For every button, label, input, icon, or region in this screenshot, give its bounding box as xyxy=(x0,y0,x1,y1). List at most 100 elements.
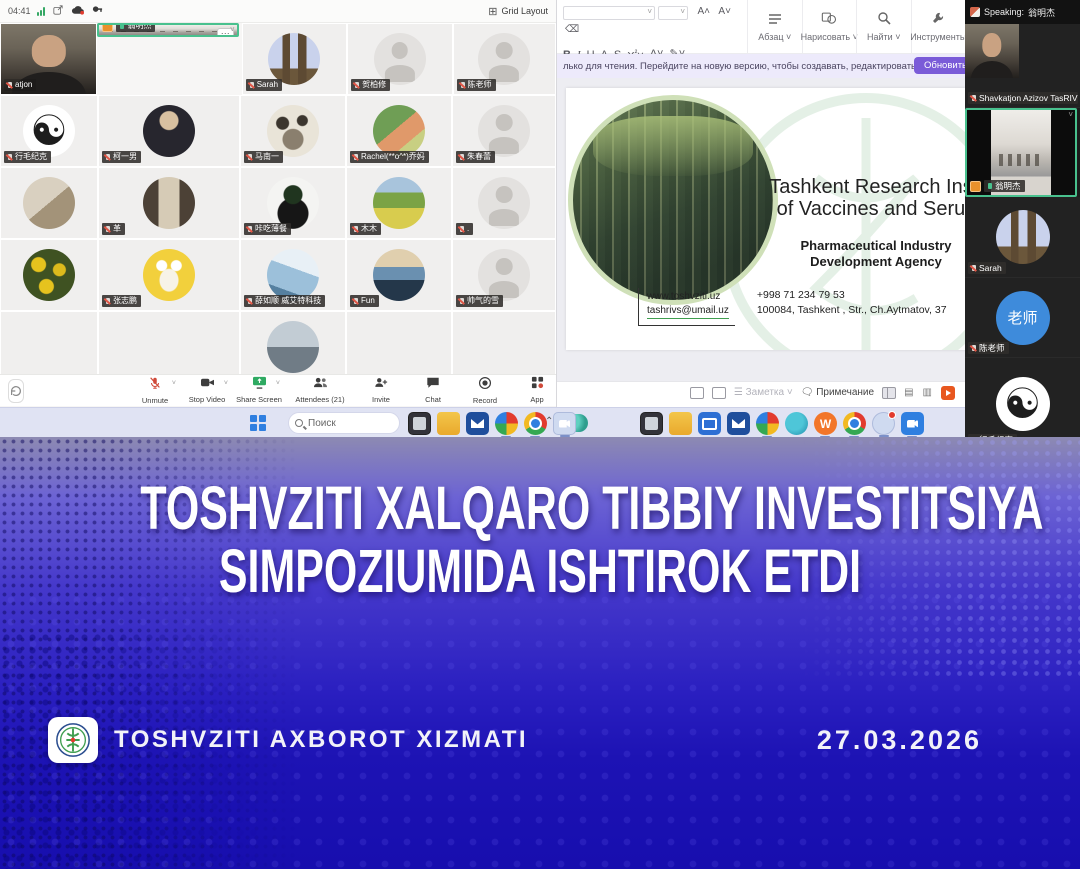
grid-layout-label[interactable]: Grid Layout xyxy=(501,6,548,16)
participant-tile[interactable]: 行毛纪克 xyxy=(0,95,98,167)
participant-tile[interactable]: 柯一男 xyxy=(98,95,240,167)
cloud-record-icon[interactable] xyxy=(71,5,84,17)
share-screen-button[interactable]: Share Screen˅ xyxy=(236,376,282,405)
grid-view-icon[interactable]: ▤ xyxy=(904,387,914,398)
institute-logo xyxy=(48,717,98,763)
voov-app-icon[interactable] xyxy=(553,412,576,435)
participant-tile[interactable]: Fun xyxy=(346,239,452,311)
participant-tile[interactable] xyxy=(452,311,556,374)
store-app-icon[interactable] xyxy=(698,412,721,435)
participant-tile[interactable]: 陈老师 xyxy=(453,23,556,95)
readonly-notice-text: лько для чтения. Перейдите на новую верс… xyxy=(563,61,965,72)
participant-tile[interactable]: ⋯翁明杰 xyxy=(97,23,238,37)
participant-tile[interactable]: Sarah xyxy=(242,23,347,95)
participant-name: Fun xyxy=(361,296,375,306)
найти-group-button[interactable]: Найти ˅ xyxy=(856,0,911,53)
speaker-avatar-icon xyxy=(970,7,980,17)
participant-tile[interactable] xyxy=(240,311,346,374)
tile-name-chip: Sarah xyxy=(968,262,1006,274)
photos-app-icon[interactable] xyxy=(756,412,779,435)
participants-grid: atjon⋯翁明杰 Sarah 贺柏修陈老师行毛纪克柯一男马南一 Rachel(**o… xyxy=(0,23,556,374)
folder-app-icon[interactable] xyxy=(437,412,460,435)
page-thumb-icon[interactable] xyxy=(690,387,704,399)
participant-tile[interactable] xyxy=(98,311,240,374)
participant-tile[interactable]: 帅气的雪 xyxy=(452,239,556,311)
grid-row: 革咔吃薄餐 木木. xyxy=(0,167,556,239)
participant-tile[interactable]: 贺柏修 xyxy=(347,23,452,95)
comment-button[interactable]: 🗨 Примечание xyxy=(801,387,874,398)
voov-app-icon[interactable] xyxy=(901,412,924,435)
decrease-font-icon[interactable]: A˅ xyxy=(718,6,731,17)
font-size-select[interactable] xyxy=(658,6,688,20)
participant-tile[interactable] xyxy=(0,311,98,374)
export-icon[interactable] xyxy=(712,387,726,399)
participant-tile[interactable]: 马南一 xyxy=(240,95,346,167)
participant-tile[interactable]: 薛如顺 威艾特科技 xyxy=(240,239,346,311)
participant-tile[interactable]: atjon xyxy=(0,23,97,95)
participant-name: Sarah xyxy=(979,263,1002,273)
font-family-select[interactable] xyxy=(563,6,655,20)
tile-name-chip: Sarah xyxy=(246,79,282,91)
participant-tile[interactable]: 咔吃薄餐 xyxy=(240,167,346,239)
record-button[interactable]: Record xyxy=(462,376,508,405)
tile-name-chip: 咔吃薄餐 xyxy=(244,223,291,235)
participant-name: 咔吃薄餐 xyxy=(255,224,287,234)
tablet-app-icon[interactable] xyxy=(640,412,663,435)
tile-name-chip: 帅气的雪 xyxy=(456,295,503,307)
start-button[interactable] xyxy=(250,415,266,431)
unmute-button[interactable]: Unmute˅ xyxy=(132,376,178,405)
share-window-icon[interactable] xyxy=(53,5,63,17)
tile-label-row: Shavkatjon Azizov TasRIVS xyxy=(968,92,1078,104)
инструменты-group-button[interactable]: Инструменты xyxy=(911,0,966,53)
participant-tile[interactable]: 革 xyxy=(98,167,240,239)
photos-app-icon[interactable] xyxy=(495,412,518,435)
participant-tile[interactable] xyxy=(0,239,98,311)
edge-badge-app-icon[interactable] xyxy=(872,412,895,435)
app-button[interactable]: App xyxy=(514,376,556,405)
increase-font-icon[interactable]: A˄ xyxy=(697,6,710,17)
taskbar-search[interactable]: Поиск xyxy=(288,412,400,434)
mic-status-icon xyxy=(120,23,124,29)
note-button[interactable]: ☰ Заметка ˅ xyxy=(734,387,793,398)
sidebar-participant-tile[interactable]: Shavkatjon Azizov TasRIVS xyxy=(965,24,1080,108)
mail-app-icon[interactable] xyxy=(466,412,489,435)
participant-tile[interactable] xyxy=(346,311,452,374)
invite-button[interactable]: Invite xyxy=(358,376,404,405)
participant-tile[interactable]: . xyxy=(452,167,556,239)
yinyang-avatar xyxy=(23,105,75,157)
participant-tile[interactable]: 木木 xyxy=(346,167,452,239)
lock-key-icon[interactable] xyxy=(92,5,103,17)
chrome-app-icon[interactable] xyxy=(524,412,547,435)
sidebar-participant-tile[interactable]: 行毛纪克 xyxy=(965,358,1080,437)
book-view-icon[interactable]: ▥ xyxy=(923,387,933,398)
split-view-icon[interactable] xyxy=(882,387,896,399)
mail-app-icon[interactable] xyxy=(727,412,750,435)
sidebar-participant-tile[interactable]: 翁明杰 xyxy=(965,108,1077,197)
raised-hand-badge xyxy=(970,181,981,192)
wechat-app-icon[interactable] xyxy=(814,412,837,435)
participant-tile[interactable]: 张志鹏 xyxy=(98,239,240,311)
reactions-button[interactable] xyxy=(8,379,24,403)
tile-menu-button[interactable]: ⋯ xyxy=(217,28,234,37)
sidebar-participant-tile[interactable]: Sarah xyxy=(965,197,1080,278)
tablet-app-icon[interactable] xyxy=(408,412,431,435)
sidebar-participant-tile[interactable]: 老师陈老师 xyxy=(965,278,1080,358)
абзац-group-button[interactable]: Абзац ˅ xyxy=(747,0,802,53)
chat-button[interactable]: Chat xyxy=(410,376,456,405)
update-button[interactable]: Обновить xyxy=(914,57,965,74)
participant-tile[interactable]: 朱春蕾 xyxy=(452,95,556,167)
mic-status-icon xyxy=(355,82,359,88)
stop-video-button[interactable]: Stop Video˅ xyxy=(184,376,230,405)
group-label: Инструменты xyxy=(910,32,965,42)
participant-tile[interactable] xyxy=(0,167,98,239)
tile-label-row: Rachel(**o^*)乔妈 xyxy=(350,151,429,163)
chrome-app-icon[interactable] xyxy=(843,412,866,435)
document-canvas[interactable]: Tashkent Research Ins of Vaccines and Se… xyxy=(557,78,965,381)
teal-app-icon[interactable] xyxy=(785,412,808,435)
folder-app-icon[interactable] xyxy=(669,412,692,435)
participant-tile[interactable]: Rachel(**o^*)乔妈 xyxy=(346,95,452,167)
attendees-21--button[interactable]: Attendees (21) xyxy=(288,376,352,405)
clear-format-icon[interactable]: ⌫ xyxy=(565,24,579,35)
presentation-mode-icon[interactable] xyxy=(941,386,955,400)
нарисовать-group-button[interactable]: Нарисовать ˅ xyxy=(802,0,857,53)
